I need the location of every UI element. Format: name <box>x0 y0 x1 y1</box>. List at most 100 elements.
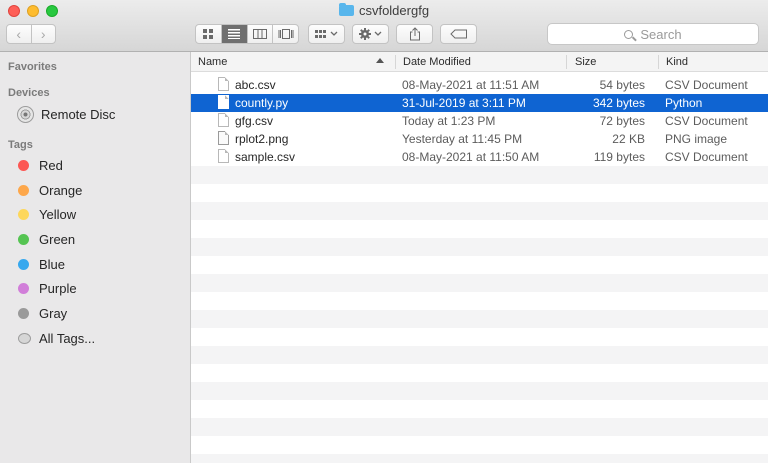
document-icon <box>218 95 229 109</box>
file-size: 72 bytes <box>599 114 645 128</box>
icon-grid-icon <box>203 29 214 39</box>
file-name: countly.py <box>235 96 289 110</box>
share-icon <box>409 27 420 41</box>
tag-dot-icon <box>18 282 29 294</box>
sidebar-tag-yellow[interactable]: Yellow <box>18 203 76 225</box>
sidebar-tag-purple[interactable]: Purple <box>18 277 77 299</box>
file-size: 119 bytes <box>593 150 645 164</box>
empty-row <box>191 310 768 328</box>
file-row[interactable]: rplot2.png Yesterday at 11:45 PM 22 KB P… <box>191 130 768 148</box>
sidebar-item-label: All Tags... <box>39 330 96 346</box>
all-tags-icon <box>18 332 31 344</box>
file-row[interactable]: abc.csv 08-May-2021 at 11:51 AM 54 bytes… <box>191 76 768 94</box>
empty-row <box>191 166 768 184</box>
file-date: 31-Jul-2019 at 3:11 PM <box>402 96 526 110</box>
tag-dot-icon <box>18 208 29 220</box>
folder-icon <box>338 3 354 16</box>
search-icon <box>624 29 634 39</box>
window-title-text: csvfoldergfg <box>358 3 430 18</box>
list-icon <box>228 29 241 39</box>
sidebar-tag-green[interactable]: Green <box>18 228 75 250</box>
empty-row <box>191 454 768 463</box>
tag-dot-icon <box>18 233 29 245</box>
back-button[interactable]: ‹ <box>7 25 31 43</box>
column-kind-header[interactable]: Kind <box>666 52 688 72</box>
file-size: 54 bytes <box>599 78 645 92</box>
document-icon <box>218 113 229 127</box>
share-button[interactable] <box>396 24 433 44</box>
file-kind: CSV Document <box>665 114 748 128</box>
icon-view-button[interactable] <box>196 25 221 43</box>
sidebar-tags-heading: Tags <box>8 139 33 151</box>
sidebar-item-label: Yellow <box>39 206 77 222</box>
sidebar-favorites-heading: Favorites <box>8 61 57 73</box>
finder-window: csvfoldergfg ‹ › Search Favorites Device… <box>0 0 768 463</box>
file-kind: CSV Document <box>665 150 748 164</box>
file-name: rplot2.png <box>235 132 289 146</box>
gallery-icon <box>278 29 294 39</box>
tags-button[interactable] <box>440 24 477 44</box>
sidebar-tag-orange[interactable]: Orange <box>18 179 82 201</box>
file-date: 08-May-2021 at 11:50 AM <box>402 150 540 164</box>
sidebar-item-label: Orange <box>39 182 83 198</box>
column-header: Name Date Modified Size Kind <box>191 52 768 72</box>
toolbar: csvfoldergfg ‹ › Search <box>0 0 768 52</box>
tag-icon <box>449 29 467 39</box>
sidebar-devices-heading: Devices <box>8 87 50 99</box>
back-forward-group: ‹ › <box>6 24 56 44</box>
sidebar-tag-gray[interactable]: Gray <box>18 302 67 324</box>
file-name: sample.csv <box>235 150 296 164</box>
image-file-icon <box>218 131 229 145</box>
chevron-right-icon: › <box>40 26 46 42</box>
document-icon <box>218 77 229 91</box>
document-icon <box>218 149 229 163</box>
column-view-button[interactable] <box>246 25 273 43</box>
column-date-header[interactable]: Date Modified <box>403 52 471 72</box>
file-row-selected[interactable]: countly.py 31-Jul-2019 at 3:11 PM 342 by… <box>191 94 768 112</box>
sidebar-all-tags[interactable]: All Tags... <box>18 327 95 349</box>
file-date: Today at 1:23 PM <box>402 114 496 128</box>
sidebar-item-label: Red <box>39 157 63 173</box>
file-name: abc.csv <box>235 78 276 92</box>
group-icon <box>314 30 337 38</box>
window-title: csvfoldergfg <box>0 3 768 18</box>
sort-ascending-icon <box>376 58 384 63</box>
column-size-header[interactable]: Size <box>575 52 596 72</box>
file-row[interactable]: sample.csv 08-May-2021 at 11:50 AM 119 b… <box>191 148 768 166</box>
empty-row <box>191 346 768 364</box>
tag-dot-icon <box>18 258 29 270</box>
sidebar-item-label: Purple <box>39 280 77 296</box>
list-view-button[interactable] <box>220 25 247 43</box>
file-kind: PNG image <box>665 132 728 146</box>
file-kind: Python <box>665 96 703 110</box>
file-row[interactable]: gfg.csv Today at 1:23 PM 72 bytes CSV Do… <box>191 112 768 130</box>
gallery-view-button[interactable] <box>272 25 298 43</box>
sidebar-tag-red[interactable]: Red <box>18 154 63 176</box>
sidebar-item-label: Remote Disc <box>41 106 116 122</box>
search-field[interactable]: Search <box>547 23 759 45</box>
action-menu-button[interactable] <box>352 24 389 44</box>
sidebar-tag-blue[interactable]: Blue <box>18 253 65 275</box>
file-size: 342 bytes <box>592 96 645 110</box>
disc-icon <box>17 105 34 123</box>
column-divider[interactable] <box>395 55 396 69</box>
sidebar-item-label: Gray <box>39 305 68 321</box>
tag-dot-icon <box>18 159 29 171</box>
file-name: gfg.csv <box>235 114 274 128</box>
columns-icon <box>252 29 267 39</box>
forward-button[interactable]: › <box>30 25 56 43</box>
file-kind: CSV Document <box>665 78 748 92</box>
empty-row <box>191 274 768 292</box>
column-divider[interactable] <box>658 55 659 69</box>
empty-row <box>191 418 768 436</box>
file-size: 22 KB <box>612 132 645 146</box>
empty-row <box>191 202 768 220</box>
group-by-button[interactable] <box>308 24 345 44</box>
file-date: 08-May-2021 at 11:51 AM <box>402 78 540 92</box>
file-date: Yesterday at 11:45 PM <box>402 132 523 146</box>
sidebar-item-remote-disc[interactable]: Remote Disc <box>17 103 116 125</box>
column-divider[interactable] <box>566 55 567 69</box>
chevron-left-icon: ‹ <box>16 26 22 42</box>
gear-icon <box>358 28 381 40</box>
column-name-header[interactable]: Name <box>198 52 227 72</box>
